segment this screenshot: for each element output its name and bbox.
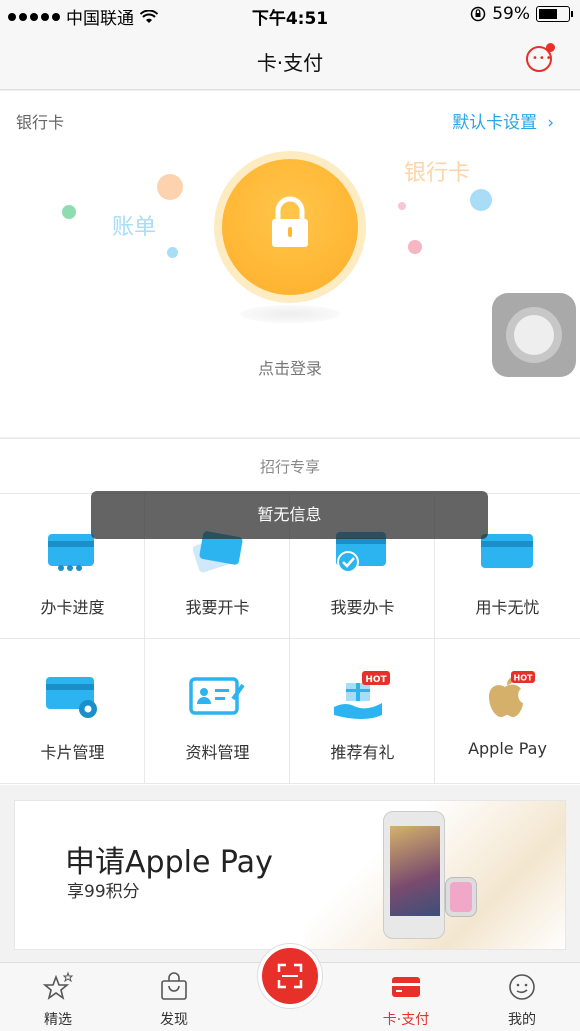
smiley-face-icon [509, 974, 535, 1000]
hot-badge: HOT [365, 675, 387, 685]
grid-item-label: 我要开卡 [185, 598, 250, 617]
hot-badge: HOT [514, 674, 533, 683]
tab-label: 我的 [508, 1012, 536, 1028]
gift-hand-icon: HOT [334, 671, 390, 719]
battery-icon [536, 6, 573, 22]
decor-bubble [408, 240, 422, 254]
grid-item-label: 推荐有礼 [330, 743, 395, 762]
phone-image [383, 811, 445, 939]
grid-item-referral-reward[interactable]: HOT 推荐有礼 [290, 639, 435, 784]
nav-bar: 卡·支付 ••• [0, 30, 580, 90]
exclusive-header: 招行专享 [0, 438, 580, 494]
grid-item-label: 用卡无忧 [475, 598, 540, 617]
tab-label: 精选 [44, 1012, 72, 1028]
float-card-text: 银行卡 [404, 161, 471, 186]
chat-bubble-icon: ••• [532, 53, 553, 64]
tab-featured[interactable]: 精选 [0, 963, 116, 1031]
grid-item-label: 办卡进度 [40, 598, 105, 617]
lock-shadow [240, 305, 340, 323]
grid-item-label: Apple Pay [468, 739, 547, 758]
float-bill-text: 账单 [112, 215, 157, 240]
assistive-touch-button[interactable] [492, 293, 576, 377]
battery-percent: 59% [492, 4, 530, 24]
banner-area: 申请Apple Pay 享99积分 [0, 786, 580, 962]
page-title: 卡·支付 [256, 51, 324, 75]
status-bar: 中国联通 下午4:51 59% [0, 0, 580, 30]
banner-title: 申请Apple Pay [65, 845, 273, 880]
tab-label: 卡·支付 [382, 1012, 430, 1028]
tab-card-payment[interactable]: 卡·支付 [348, 963, 464, 1031]
login-lock-button[interactable] [214, 151, 366, 303]
banner-subtitle: 享99积分 [67, 882, 140, 902]
scan-button[interactable] [258, 944, 322, 1008]
grid-item-label: 我要办卡 [330, 598, 395, 617]
apple-logo-icon: HOT [489, 671, 535, 717]
profile-management-icon [189, 677, 245, 715]
bank-card-section: 银行卡 默认卡设置 › 账单 银行卡 点击登录 [0, 91, 580, 437]
tab-mine[interactable]: 我的 [464, 963, 580, 1031]
chevron-right-icon: › [547, 113, 554, 133]
grid-item-profile-management[interactable]: 资料管理 [145, 639, 290, 784]
decor-bubble [62, 205, 76, 219]
lock-icon [272, 196, 308, 247]
card-tab-icon [392, 977, 420, 997]
apple-pay-banner[interactable]: 申请Apple Pay 享99积分 [14, 800, 566, 950]
grid-item-card-management[interactable]: 卡片管理 [0, 639, 145, 784]
decor-bubble [157, 174, 183, 200]
decor-bubble [470, 189, 492, 211]
grid-item-label: 卡片管理 [40, 743, 105, 762]
grid-item-label: 资料管理 [185, 743, 250, 762]
default-card-settings-label: 默认卡设置 [452, 113, 538, 133]
lock-circle [222, 159, 358, 295]
status-right: 59% [470, 4, 573, 24]
grid-item-apple-pay[interactable]: HOT Apple Pay [435, 639, 580, 784]
tab-label: 发现 [160, 1012, 188, 1028]
message-button[interactable]: ••• [526, 43, 555, 72]
star-icon [42, 971, 74, 1000]
default-card-settings-link[interactable]: 默认卡设置 › [452, 108, 554, 133]
rotation-lock-icon [470, 6, 486, 22]
toast-message: 暂无信息 [91, 491, 488, 539]
tab-discover[interactable]: 发现 [116, 963, 232, 1031]
notification-badge [546, 43, 555, 52]
watch-image [445, 877, 477, 917]
card-management-icon [46, 677, 97, 718]
scan-icon [277, 963, 303, 989]
bank-card-label: 银行卡 [16, 113, 65, 132]
decor-bubble [167, 247, 178, 258]
decor-bubble [398, 202, 406, 210]
shopping-bag-icon [161, 972, 187, 1000]
